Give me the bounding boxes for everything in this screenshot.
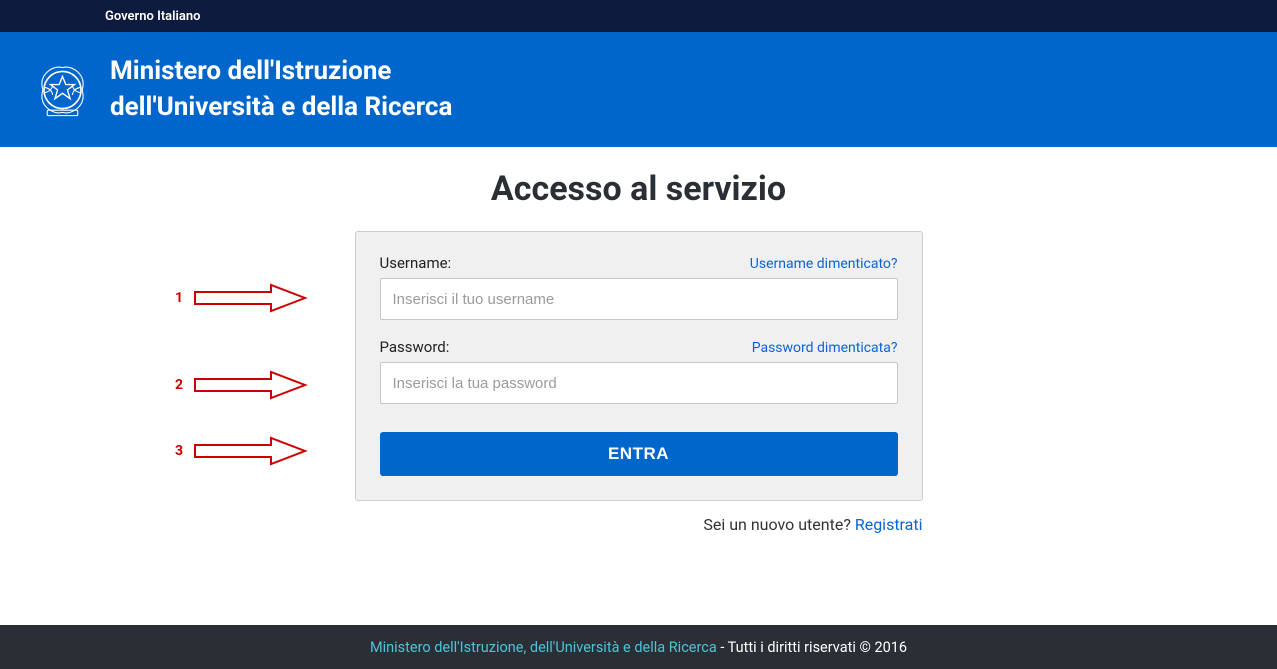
username-label: Username: [380,254,452,272]
annotation-arrow-2: 2 [175,370,308,400]
ministry-title-line1: Ministero dell'Istruzione [110,54,452,89]
annotation-arrow-1: 1 [175,283,308,313]
ministry-title: Ministero dell'Istruzione dell'Universit… [110,54,452,124]
ministry-header: Ministero dell'Istruzione dell'Universit… [0,32,1277,147]
footer: Ministero dell'Istruzione, dell'Universi… [0,625,1277,669]
annotation-num-1: 1 [175,290,183,306]
main-content: Accesso al servizio Username: Username d… [0,147,1277,534]
arrow-icon [193,436,308,466]
register-prompt: Sei un nuovo utente? [703,515,854,534]
register-prompt-row: Sei un nuovo utente? Registrati [355,515,923,534]
ministry-title-line2: dell'Università e della Ricerca [110,90,452,125]
password-label: Password: [380,338,450,356]
italian-republic-emblem-icon [35,60,90,120]
gov-label: Governo Italiano [105,9,201,24]
password-input[interactable] [380,362,898,404]
footer-ministry-link[interactable]: Ministero dell'Istruzione, dell'Universi… [370,639,717,656]
login-form: Username: Username dimenticato? Password… [355,231,923,501]
arrow-icon [193,370,308,400]
password-field-row: Password: Password dimenticata? [380,338,898,404]
login-button[interactable]: ENTRA [380,432,898,476]
register-link[interactable]: Registrati [855,515,923,534]
gov-top-bar: Governo Italiano [0,0,1277,32]
arrow-icon [193,283,308,313]
username-input[interactable] [380,278,898,320]
page-title: Accesso al servizio [491,169,786,209]
annotation-num-2: 2 [175,377,183,393]
username-field-row: Username: Username dimenticato? [380,254,898,320]
forgot-password-link[interactable]: Password dimenticata? [752,340,898,356]
footer-rights: - Tutti i diritti riservati © 2016 [717,639,907,656]
annotation-arrow-3: 3 [175,436,308,466]
forgot-username-link[interactable]: Username dimenticato? [750,256,898,272]
annotation-num-3: 3 [175,443,183,459]
